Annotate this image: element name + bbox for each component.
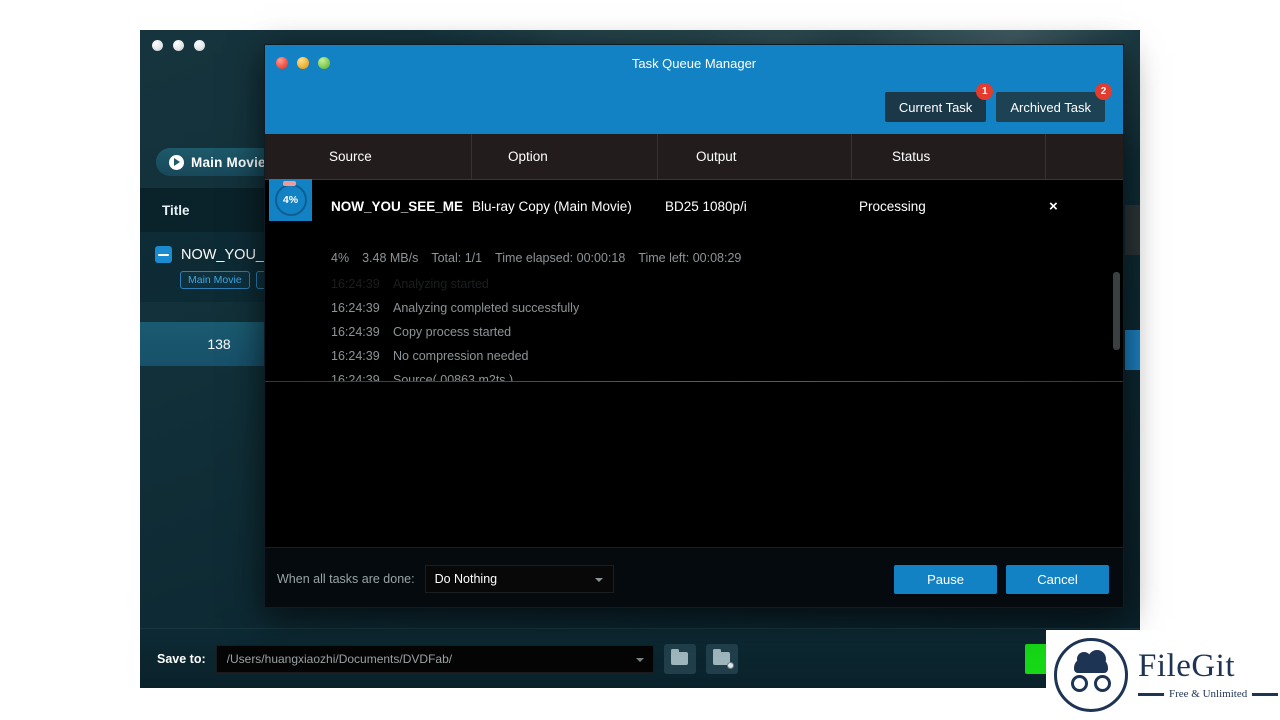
task-tabs: Current Task 1 Archived Task 2 <box>884 83 1112 122</box>
task-log-region: 4% 3.48 MB/s Total: 1/1 Time elapsed: 00… <box>265 232 1123 382</box>
log-message: Analyzing completed successfully <box>393 301 580 315</box>
watermark-tagline-row: Free & Unlimited <box>1138 688 1279 700</box>
progress-ring-icon: 4% <box>274 181 307 216</box>
column-header-output[interactable]: Output <box>658 134 852 179</box>
log-message: No compression needed <box>393 349 529 363</box>
task-row[interactable]: 4% NOW_YOU_SEE_ME Blu-ray Copy (Main Mov… <box>265 179 1123 232</box>
chevron-down-icon[interactable] <box>594 577 603 582</box>
task-option: Blu-ray Copy (Main Movie) <box>472 198 632 214</box>
log-time: 16:24:39 <box>331 325 380 339</box>
stat-speed: 3.48 MB/s <box>362 251 419 265</box>
when-done-label: When all tasks are done: <box>277 571 415 586</box>
cancel-button[interactable]: Cancel <box>1006 565 1109 594</box>
open-folder-button[interactable] <box>663 643 696 674</box>
binoculars-lens-right <box>1094 675 1111 692</box>
binoculars-icon <box>1054 638 1128 712</box>
chevron-down-icon[interactable] <box>635 657 644 662</box>
preview-thumbnail-strip <box>1125 205 1140 255</box>
dialog-title: Task Queue Manager <box>631 56 757 71</box>
column-header-actions <box>1046 134 1123 179</box>
log-scrollbar-thumb[interactable] <box>1113 272 1120 350</box>
task-table-header: Source Option Output Status <box>265 134 1123 179</box>
save-to-label: Save to: <box>157 651 206 666</box>
progress-percent-label: 4% <box>282 194 299 206</box>
stat-time-left: Time left: 00:08:29 <box>638 251 742 265</box>
preview-selected-strip[interactable] <box>1125 330 1140 370</box>
tab-current-task-badge: 1 <box>976 83 994 100</box>
stat-percent: 4% <box>331 251 350 265</box>
collapse-icon[interactable] <box>155 246 172 263</box>
close-icon[interactable] <box>152 40 163 51</box>
folder-icon <box>671 648 689 665</box>
dialog-empty-body <box>265 382 1123 547</box>
tab-archived-task-label: Archived Task <box>1010 99 1091 115</box>
pause-button[interactable]: Pause <box>894 565 997 594</box>
rule-right <box>1252 692 1279 696</box>
log-message: Analyzing started <box>393 277 489 291</box>
chapter-count-label: 138 <box>207 336 231 352</box>
dialog-footer: When all tasks are done: Do Nothing Paus… <box>265 547 1123 607</box>
binoculars-lens-left <box>1071 675 1088 692</box>
rule-left <box>1138 692 1164 696</box>
when-done-select[interactable]: Do Nothing <box>424 564 614 593</box>
background-window-traffic-lights[interactable] <box>152 40 205 51</box>
task-source: NOW_YOU_SEE_ME <box>331 198 464 214</box>
binoculars-body <box>1074 650 1108 673</box>
stat-total: Total: 1/1 <box>431 251 483 265</box>
play-icon <box>169 154 184 170</box>
watermark-tagline: Free & Unlimited <box>1169 688 1248 700</box>
save-to-bar: Save to: /Users/huangxiaozhi/Documents/D… <box>140 628 1140 688</box>
watermark-text: FileGit Free & Unlimited <box>1138 648 1279 700</box>
log-scrollbar[interactable] <box>1113 234 1120 380</box>
folder-settings-button[interactable] <box>705 643 738 674</box>
log-time: 16:24:39 <box>331 301 380 315</box>
tab-archived-task[interactable]: Archived Task 2 <box>996 83 1112 122</box>
log-line: 16:24:39 Analyzing started <box>265 272 1123 296</box>
binoculars-glyph <box>1070 650 1112 692</box>
filegit-watermark: FileGit Free & Unlimited <box>1046 630 1280 720</box>
save-path-value: /Users/huangxiaozhi/Documents/DVDFab/ <box>226 651 453 666</box>
log-line: 16:24:39 Analyzing completed successfull… <box>265 296 1123 320</box>
watermark-name: FileGit <box>1138 648 1236 684</box>
tab-current-task-label: Current Task <box>898 99 973 115</box>
column-header-status[interactable]: Status <box>852 134 1046 179</box>
log-line: 16:24:39 No compression needed <box>265 344 1123 368</box>
log-separator <box>265 381 1123 382</box>
log-list: 16:24:39 Analyzing started 16:24:39 Anal… <box>265 272 1123 382</box>
task-output: BD25 1080p/i <box>665 198 747 214</box>
log-message: Copy process started <box>393 325 512 339</box>
task-status: Processing <box>859 198 926 214</box>
log-line: 16:24:39 Copy process started <box>265 320 1123 344</box>
task-stats-line: 4% 3.48 MB/s Total: 1/1 Time elapsed: 00… <box>331 251 741 265</box>
minimize-icon[interactable] <box>173 40 184 51</box>
save-path-input[interactable]: /Users/huangxiaozhi/Documents/DVDFab/ <box>215 644 654 673</box>
column-header-option[interactable]: Option <box>472 134 658 179</box>
log-time: 16:24:39 <box>331 349 380 363</box>
column-header-source[interactable]: Source <box>265 134 472 179</box>
main-movie-label: Main Movie <box>191 154 266 170</box>
screen: Main Movie Title NOW_YOU_SE Main Movie t… <box>0 0 1280 720</box>
gear-icon <box>726 661 734 669</box>
tab-current-task[interactable]: Current Task 1 <box>884 83 994 122</box>
tag-chip-main-movie[interactable]: Main Movie <box>180 271 250 289</box>
log-time: 16:24:39 <box>331 277 380 291</box>
log-line: 16:24:39 Source( 00863.m2ts ) <box>265 368 1123 382</box>
stat-elapsed: Time elapsed: 00:00:18 <box>495 251 626 265</box>
maximize-icon[interactable] <box>194 40 205 51</box>
title-column-label: Title <box>162 202 190 218</box>
tab-archived-task-badge: 2 <box>1095 83 1112 100</box>
when-done-value: Do Nothing <box>434 571 498 586</box>
task-remove-button[interactable]: × <box>1049 198 1058 215</box>
dialog-header: Task Queue Manager Current Task 1 Archiv… <box>265 45 1123 134</box>
task-progress-badge: 4% <box>269 179 312 221</box>
task-queue-manager-dialog: Task Queue Manager Current Task 1 Archiv… <box>264 44 1124 608</box>
